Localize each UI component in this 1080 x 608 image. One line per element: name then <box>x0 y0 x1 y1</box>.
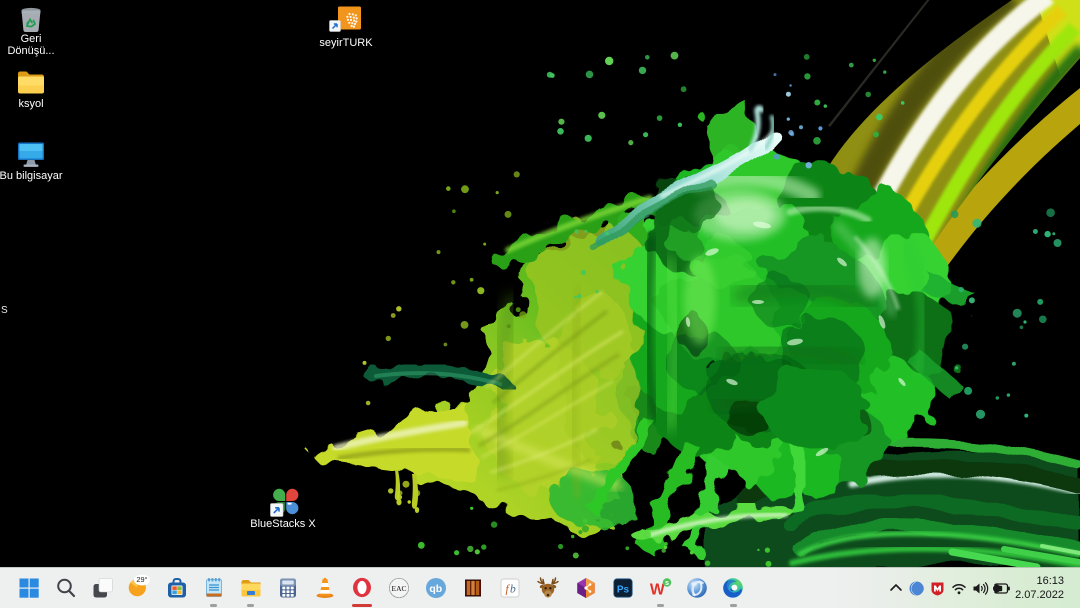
svg-text:qb: qb <box>429 583 442 595</box>
svg-text:EAC: EAC <box>392 584 407 593</box>
svg-text:29°: 29° <box>136 575 147 584</box>
svg-text:s: s <box>665 578 669 587</box>
svg-text:W: W <box>650 581 665 598</box>
svg-text:Ps: Ps <box>617 584 630 595</box>
svg-text:b: b <box>510 584 516 596</box>
